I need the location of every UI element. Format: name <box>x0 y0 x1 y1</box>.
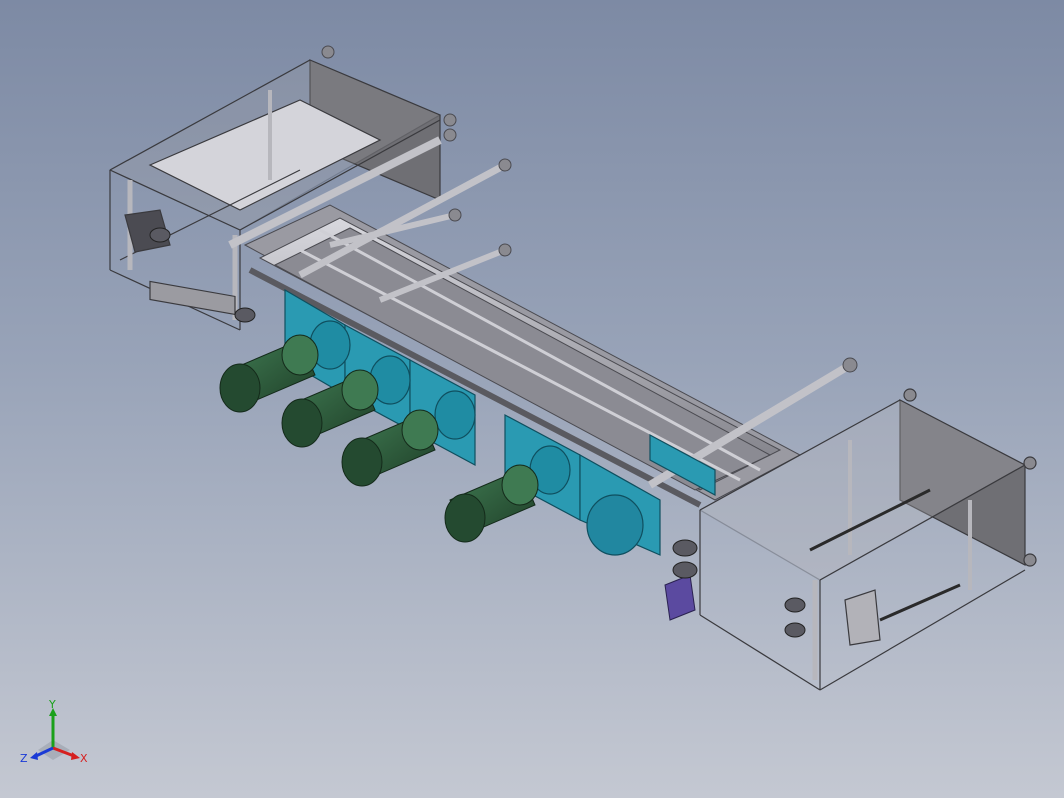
cad-viewport[interactable]: Y X Z <box>0 0 1064 798</box>
x-axis-label: X <box>80 752 88 765</box>
motor-4 <box>444 464 539 543</box>
x-axis-head <box>71 752 80 760</box>
motor-3 <box>341 409 439 487</box>
z-axis-head <box>30 752 38 760</box>
orientation-triad[interactable]: Y X Z <box>18 700 88 770</box>
z-axis-label: Z <box>20 752 28 765</box>
y-axis-label: Y <box>48 700 56 711</box>
assembly-model[interactable] <box>0 0 1064 798</box>
stepper-motor <box>664 574 696 621</box>
